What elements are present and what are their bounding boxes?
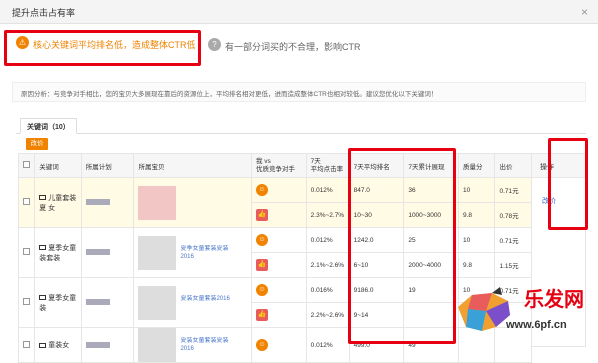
compare-cell: ☺: [250, 177, 307, 203]
row-checkbox[interactable]: [23, 248, 30, 255]
watermark: 乐发网 www.6pf.cn: [452, 281, 592, 341]
quality-cell: 10: [458, 227, 496, 253]
compare-cell: ☺: [250, 327, 307, 363]
product-thumbnail: [138, 185, 177, 220]
plan-name-blurred: [85, 299, 110, 306]
keyword-cell: 儿童套装 夏 女: [34, 177, 82, 228]
col-keyword: 关键词: [34, 153, 82, 178]
plan-name-blurred: [85, 249, 110, 256]
product-title[interactable]: 夏季女童套装夏装2016: [180, 245, 240, 261]
dialog-title-bar: 提升点击占有率 ×: [0, 0, 598, 24]
thumbs-up-icon: 👍: [255, 309, 268, 321]
bid-cell: 1.15元: [494, 252, 532, 278]
col-compare: 我 vs 优质竞争对手: [250, 153, 307, 178]
highlight-box-operation: [548, 138, 588, 230]
plan-name-blurred: [85, 199, 110, 206]
col-bid: 出价: [494, 153, 532, 178]
compare-cell: ☺: [250, 277, 307, 303]
col-plan: 所属计划: [80, 153, 135, 178]
row-checkbox-cell: [17, 227, 36, 278]
ctr-cell: 2.2%~2.6%: [305, 302, 350, 328]
question-icon: ?: [208, 38, 221, 51]
my-shop-icon: ☺: [255, 184, 268, 196]
bid-cell: 0.71元: [494, 177, 532, 203]
plan-cell: [80, 177, 135, 228]
tab-bar: 关键词（10）: [16, 116, 586, 134]
my-shop-icon: ☺: [255, 339, 268, 351]
analysis-text: 原因分析：与竞争对手相比，您的宝贝大多展现在靠后的资源位上，平均排名相对更低，进…: [21, 91, 438, 98]
analysis-box: 原因分析：与竞争对手相比，您的宝贝大多展现在靠后的资源位上，平均排名相对更低，进…: [12, 82, 586, 102]
plan-cell: [80, 227, 135, 278]
tab-keywords[interactable]: 关键词（10）: [20, 118, 77, 134]
item-cell: 夏装女童套装2016: [133, 277, 252, 328]
ctr-cell: 0.012%: [305, 327, 350, 363]
compare-cell: 👍: [250, 202, 307, 228]
ctr-cell: 2.3%~2.7%: [305, 202, 350, 228]
product-title[interactable]: 夏装女童套装2016: [180, 295, 240, 311]
bid-cell: 0.78元: [494, 202, 532, 228]
keyword-cell: 夏季女童装: [34, 277, 82, 328]
col-quality: 质量分: [458, 153, 496, 178]
highlight-box-rank: [348, 148, 456, 344]
row-checkbox-cell: [17, 327, 36, 363]
row-checkbox[interactable]: [23, 340, 30, 348]
pc-icon: [39, 295, 47, 301]
plan-cell: [80, 277, 135, 328]
ctr-cell: 0.012%: [305, 177, 350, 203]
ctr-cell: 0.012%: [305, 227, 350, 253]
thumbs-up-icon: 👍: [255, 259, 268, 271]
dialog-title: 提升点击占有率: [12, 8, 76, 18]
item-cell: 夏季女童套装夏装2016: [133, 227, 252, 278]
keyword-text: 童装女: [48, 342, 70, 349]
select-all-header: [17, 153, 36, 178]
watermark-brand: 乐发网: [524, 287, 584, 311]
row-checkbox-cell: [17, 277, 36, 328]
plan-cell: [80, 327, 135, 363]
pc-icon: [39, 195, 47, 201]
reason-core-keyword[interactable]: 核心关键词平均排名低，造成整体CTR低: [33, 38, 196, 51]
close-icon[interactable]: ×: [581, 5, 588, 19]
item-cell: [133, 177, 252, 228]
product-title[interactable]: 夏装女童套装夏装2016: [180, 337, 240, 353]
compare-cell: 👍: [250, 252, 307, 278]
adjust-price-button[interactable]: 改价: [26, 138, 48, 150]
compare-cell: ☺: [250, 227, 307, 253]
col-ctr: 7天 平均点击率: [305, 153, 350, 178]
quality-cell: 9.8: [458, 252, 496, 278]
bid-cell: 0.71元: [494, 227, 532, 253]
row-checkbox[interactable]: [23, 198, 30, 205]
reason-row: ⚠ 核心关键词平均排名低，造成整体CTR低 ? 有一部分词买的不合理，影响CTR: [0, 26, 598, 70]
warning-icon: ⚠: [16, 36, 29, 49]
row-checkbox[interactable]: [23, 298, 30, 305]
compare-cell: 👍: [250, 302, 307, 328]
product-thumbnail: [138, 328, 177, 362]
item-cell: 夏装女童套装夏装2016: [133, 327, 252, 363]
keyword-cell: 童装女: [34, 327, 82, 363]
my-shop-icon: ☺: [255, 234, 268, 246]
product-thumbnail: [138, 235, 177, 270]
thumbs-up-icon: 👍: [255, 209, 268, 221]
select-all-checkbox[interactable]: [23, 161, 30, 168]
watermark-url: www.6pf.cn: [506, 319, 567, 331]
keyword-cell: 夏季女童装套装: [34, 227, 82, 278]
col-item: 所属宝贝: [133, 153, 252, 178]
ctr-cell: 0.016%: [305, 277, 350, 303]
bull-logo-icon: [458, 287, 510, 331]
reason-bad-keywords[interactable]: 有一部分词买的不合理，影响CTR: [225, 40, 361, 53]
product-title[interactable]: [180, 195, 240, 211]
ctr-cell: 2.1%~2.6%: [305, 252, 350, 278]
pc-icon: [39, 245, 47, 251]
row-checkbox-cell: [17, 177, 36, 228]
quality-cell: 9.8: [458, 202, 496, 228]
my-shop-icon: ☺: [255, 284, 268, 296]
product-thumbnail: [138, 285, 177, 320]
quality-cell: 10: [458, 177, 496, 203]
